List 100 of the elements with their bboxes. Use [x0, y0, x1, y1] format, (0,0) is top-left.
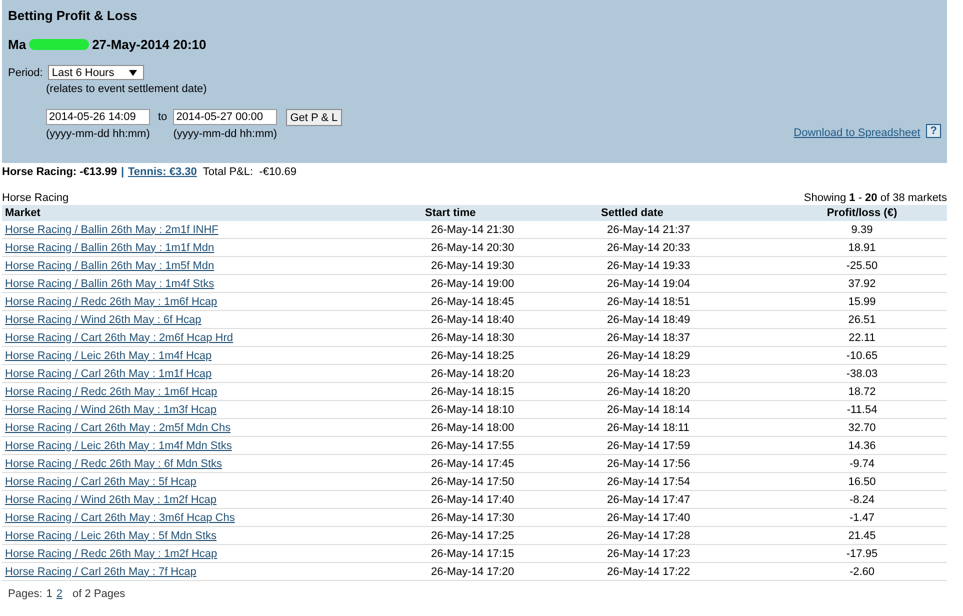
page-total: of 2 Pages [72, 588, 126, 600]
table-cell: 32.70 [848, 422, 876, 434]
market-link[interactable]: Horse Racing / Redc 26th May : 6f Mdn Stks [5, 458, 222, 470]
table-cell: 26-May-14 19:33 [607, 260, 690, 272]
table-cell: 26-May-14 17:50 [431, 476, 514, 488]
separator: | [120, 166, 124, 178]
market-link[interactable]: Horse Racing / Cart 26th May : 2m5f Mdn Chs [5, 422, 231, 434]
table-cell: 26-May-14 18:49 [607, 314, 690, 326]
market-link[interactable]: Horse Racing / Cart 26th May : 2m6f Hcap Hrd [5, 332, 234, 344]
table-cell: -38.03 [846, 368, 878, 380]
table-cell: 26-May-14 18:45 [431, 296, 514, 308]
table-cell: -11.54 [846, 404, 878, 416]
table-cell: 26-May-14 17:20 [431, 566, 514, 578]
period-note: (relates to event settlement date) [46, 83, 208, 95]
date-format-hint: (yyyy-mm-dd hh:mm) [46, 128, 150, 140]
column-header: Profit/loss (€) [777, 205, 947, 221]
market-link[interactable]: Horse Racing / Leic 26th May : 1m4f Hcap [5, 350, 212, 362]
table-cell: -25.50 [846, 260, 878, 272]
table-cell: 26-May-14 20:30 [431, 242, 514, 254]
dropdown-arrow-icon [128, 70, 137, 76]
table-cell: 26-May-14 20:33 [607, 242, 690, 254]
market-link[interactable]: Horse Racing / Leic 26th May : 1m4f Mdn Stks [5, 440, 232, 452]
sport-link[interactable]: Tennis: €3.30 [128, 166, 197, 178]
table-cell: 18.91 [848, 242, 876, 254]
market-link[interactable]: Horse Racing / Redc 26th May : 1m6f Hcap [5, 296, 218, 308]
table-cell: 26-May-14 17:59 [607, 440, 690, 452]
table-cell: 26-May-14 18:11 [607, 422, 690, 434]
showing-count: Showing 1 - 20 of 38 markets [804, 192, 947, 204]
table-cell: 26-May-14 18:30 [431, 332, 514, 344]
table-cell: 22.11 [848, 332, 876, 344]
market-link[interactable]: Horse Racing / Carl 26th May : 1m1f Hcap [5, 368, 212, 380]
from-date-field[interactable]: 2014-05-26 14:09 [46, 109, 150, 125]
market-link[interactable]: Horse Racing / Redc 26th May : 1m6f Hcap [5, 386, 218, 398]
page-link[interactable]: 2 [56, 588, 62, 600]
to-label: to [158, 111, 168, 123]
get-pl-button[interactable]: Get P & L [286, 109, 342, 126]
table-cell: 26-May-14 18:15 [431, 386, 514, 398]
table-cell: 26-May-14 19:04 [607, 278, 690, 290]
table-cell: 26-May-14 18:20 [607, 386, 690, 398]
date-format-hint: (yyyy-mm-dd hh:mm) [173, 128, 278, 140]
table-cell: 26-May-14 18:23 [607, 368, 690, 380]
column-header: Market [2, 205, 425, 221]
table-cell: -2.60 [849, 566, 875, 578]
column-header: Start time [425, 205, 601, 221]
table-cell: 26-May-14 17:40 [607, 512, 690, 524]
market-link[interactable]: Horse Racing / Ballin 26th May : 2m1f INHF [5, 224, 218, 236]
table-cell: 15.99 [848, 296, 876, 308]
table-cell: 26-May-14 19:00 [431, 278, 514, 290]
table-cell: 26-May-14 18:25 [431, 350, 514, 362]
user-name: Ma [8, 37, 26, 52]
market-link[interactable]: Horse Racing / Wind 26th May : 1m3f Hcap [5, 404, 217, 416]
table-cell: 14.36 [848, 440, 876, 452]
table-cell: 26-May-14 18:20 [431, 368, 514, 380]
column-header: Settled date [601, 205, 777, 221]
table-cell: 26-May-14 17:55 [431, 440, 514, 452]
period-dropdown[interactable]: Last 6 Hours [48, 65, 144, 80]
page-title: Betting Profit & Loss [8, 8, 138, 23]
timestamp: 27-May-2014 20:10 [92, 37, 206, 52]
table-cell: 21.45 [848, 530, 876, 542]
market-link[interactable]: Horse Racing / Wind 26th May : 6f Hcap [5, 314, 202, 326]
market-link[interactable]: Horse Racing / Wind 26th May : 1m2f Hcap [5, 494, 217, 506]
market-link[interactable]: Horse Racing / Cart 26th May : 3m6f Hcap Chs [5, 512, 235, 524]
table-cell: 26-May-14 18:10 [431, 404, 514, 416]
help-button[interactable]: ? [926, 124, 941, 138]
table-cell: 26-May-14 17:25 [431, 530, 514, 542]
table-cell: 26-May-14 21:30 [431, 224, 514, 236]
table-cell: 26-May-14 17:40 [431, 494, 514, 506]
table-cell: -10.65 [846, 350, 878, 362]
market-link[interactable]: Horse Racing / Carl 26th May : 5f Hcap [5, 476, 196, 488]
market-link[interactable]: Horse Racing / Redc 26th May : 1m2f Hcap [5, 548, 218, 560]
table-cell: 26-May-14 17:54 [607, 476, 690, 488]
period-label: Period: [8, 66, 43, 78]
table-cell: 26-May-14 17:47 [607, 494, 690, 506]
table-cell: 16.50 [848, 476, 876, 488]
table-cell: 26-May-14 21:37 [607, 224, 690, 236]
table-cell: 26-May-14 17:23 [607, 548, 690, 560]
table-cell: 37.92 [848, 278, 876, 290]
market-link[interactable]: Horse Racing / Ballin 26th May : 1m1f Mdn [5, 242, 214, 254]
table-cell: 26-May-14 18:29 [607, 350, 690, 362]
table-cell: 26.51 [848, 314, 876, 326]
table-cell: 26-May-14 18:51 [607, 296, 690, 308]
table-cell: 26-May-14 17:30 [431, 512, 514, 524]
market-link[interactable]: Horse Racing / Carl 26th May : 7f Hcap [5, 566, 196, 578]
download-link[interactable]: Download to Spreadsheet [794, 127, 920, 139]
table-cell: 26-May-14 19:30 [431, 260, 514, 272]
market-link[interactable]: Horse Racing / Leic 26th May : 5f Mdn Stks [5, 530, 217, 542]
table-cell: -1.47 [849, 512, 875, 524]
table-cell: -8.24 [849, 494, 875, 506]
to-date-field[interactable]: 2014-05-27 00:00 [173, 109, 278, 125]
sport-total: Horse Racing: -€13.99 [2, 166, 117, 178]
page-number: 1 [46, 588, 52, 600]
table-cell: -9.74 [849, 458, 875, 470]
table-cell: 26-May-14 17:45 [431, 458, 514, 470]
table-cell: -17.95 [846, 548, 878, 560]
table-cell: 26-May-14 18:14 [607, 404, 690, 416]
table-cell: 9.39 [851, 224, 873, 236]
market-link[interactable]: Horse Racing / Ballin 26th May : 1m4f Stks [5, 278, 214, 290]
table-cell: 26-May-14 18:00 [431, 422, 514, 434]
market-link[interactable]: Horse Racing / Ballin 26th May : 1m5f Mdn [5, 260, 214, 272]
total-pl: Total P&L: -€10.69 [202, 166, 296, 178]
